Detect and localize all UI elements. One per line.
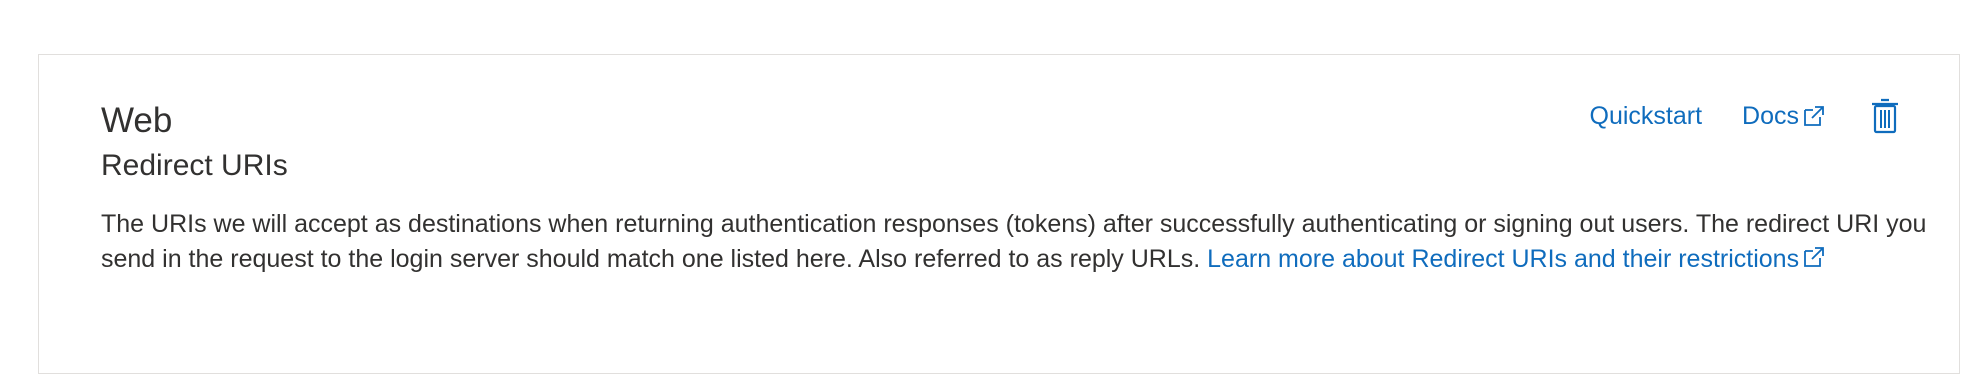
docs-link-label: Docs bbox=[1742, 101, 1799, 130]
docs-link[interactable]: Docs bbox=[1742, 102, 1827, 131]
redirect-uris-description: The URIs we will accept as destinations … bbox=[101, 207, 1931, 277]
learn-more-redirect-uris-link[interactable]: Learn more about Redirect URIs and their… bbox=[1207, 245, 1827, 273]
card-actions: Quickstart Docs bbox=[1590, 95, 1902, 137]
section-subtitle: Redirect URIs bbox=[101, 149, 288, 182]
external-link-icon bbox=[1804, 106, 1824, 126]
external-link-icon bbox=[1804, 247, 1824, 267]
web-platform-card: Web Redirect URIs Quickstart Docs The UR… bbox=[38, 54, 1960, 374]
platform-title: Web bbox=[101, 101, 173, 140]
delete-button[interactable] bbox=[1869, 96, 1901, 136]
learn-more-link-label: Learn more about Redirect URIs and their… bbox=[1207, 245, 1800, 273]
trash-icon bbox=[1872, 98, 1898, 134]
quickstart-link[interactable]: Quickstart bbox=[1590, 102, 1703, 131]
